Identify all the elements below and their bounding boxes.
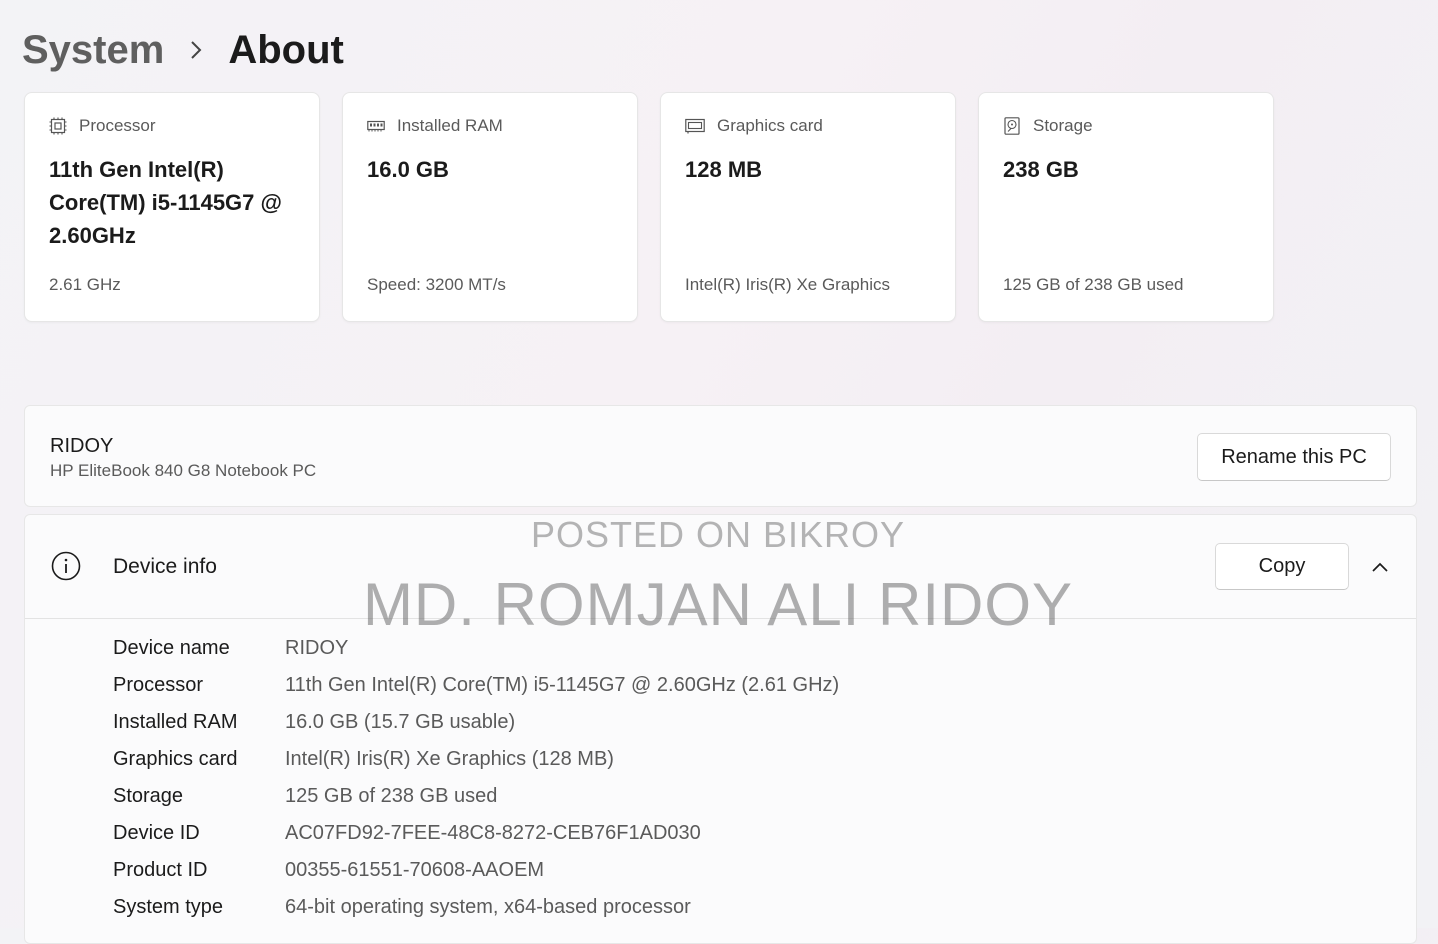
- spec-value: AC07FD92-7FEE-48C8-8272-CEB76F1AD030: [285, 822, 701, 844]
- ram-card: Installed RAM 16.0 GB Speed: 3200 MT/s: [342, 92, 638, 322]
- device-info-title: Device info: [113, 555, 217, 578]
- spec-value: 16.0 GB (15.7 GB usable): [285, 711, 516, 733]
- spec-value: 00355-61551-70608-AAOEM: [285, 859, 545, 881]
- card-subtext: Intel(R) Iris(R) Xe Graphics: [685, 275, 890, 294]
- processor-icon: [49, 117, 67, 135]
- page-title: About: [228, 27, 344, 72]
- spec-key: Product ID: [113, 859, 208, 881]
- spec-key: System type: [113, 896, 224, 918]
- pc-name: RIDOY: [50, 435, 114, 457]
- spec-key: Graphics card: [113, 748, 238, 770]
- spec-key: Installed RAM: [113, 711, 238, 733]
- card-value: 128 MB: [685, 157, 763, 182]
- spec-row-processor: Processor 11th Gen Intel(R) Core(TM) i5-…: [113, 667, 839, 704]
- spec-value: RIDOY: [285, 637, 349, 659]
- processor-card: Processor 11th Gen Intel(R) Core(TM) i5-…: [24, 92, 320, 322]
- device-spec-list: Device name RIDOY Processor 11th Gen Int…: [113, 630, 839, 926]
- breadcrumb-system[interactable]: System: [22, 28, 164, 73]
- spec-row-installed-ram: Installed RAM 16.0 GB (15.7 GB usable): [113, 704, 839, 741]
- spec-row-system-type: System type 64-bit operating system, x64…: [113, 889, 839, 926]
- spec-row-storage: Storage 125 GB of 238 GB used: [113, 778, 839, 815]
- spec-value: 125 GB of 238 GB used: [285, 785, 498, 807]
- spec-value: 11th Gen Intel(R) Core(TM) i5-1145G7 @ 2…: [285, 674, 840, 696]
- spec-value: 64-bit operating system, x64-based proce…: [285, 896, 691, 918]
- graphics-card-card: Graphics card 128 MB Intel(R) Iris(R) Xe…: [660, 92, 956, 322]
- rename-pc-button[interactable]: Rename this PC: [1197, 433, 1391, 481]
- chevron-up-icon[interactable]: [1368, 555, 1392, 579]
- card-label: Graphics card: [717, 116, 823, 135]
- pc-model: HP EliteBook 840 G8 Notebook PC: [50, 461, 317, 480]
- device-info-header[interactable]: Device info Copy: [25, 515, 1416, 619]
- card-subtext: 125 GB of 238 GB used: [1003, 275, 1184, 294]
- copy-button[interactable]: Copy: [1215, 543, 1349, 590]
- spec-key: Device ID: [113, 822, 200, 844]
- spec-key: Device name: [113, 637, 230, 659]
- chevron-right-icon: [172, 30, 220, 70]
- spec-row-device-id: Device ID AC07FD92-7FEE-48C8-8272-CEB76F…: [113, 815, 839, 852]
- ram-icon: [367, 120, 385, 132]
- info-icon: [51, 551, 81, 581]
- card-value: 11th Gen Intel(R) Core(TM) i5-1145G7 @ 2…: [49, 157, 282, 248]
- graphics-card-icon: [685, 118, 705, 134]
- spec-value: Intel(R) Iris(R) Xe Graphics (128 MB): [285, 748, 614, 770]
- spec-key: Processor: [113, 674, 204, 696]
- spec-key: Storage: [113, 785, 184, 807]
- spec-row-product-id: Product ID 00355-61551-70608-AAOEM: [113, 852, 839, 889]
- breadcrumb: System About: [22, 22, 344, 78]
- device-info-panel: Device info Copy Device name RIDOY Proce…: [24, 514, 1417, 944]
- card-subtext: 2.61 GHz: [49, 275, 121, 294]
- card-label: Storage: [1033, 116, 1093, 135]
- storage-card: Storage 238 GB 125 GB of 238 GB used: [978, 92, 1274, 322]
- card-value: 238 GB: [1003, 157, 1079, 182]
- card-label: Processor: [79, 116, 156, 135]
- spec-row-graphics-card: Graphics card Intel(R) Iris(R) Xe Graphi…: [113, 741, 839, 778]
- card-value: 16.0 GB: [367, 157, 449, 182]
- spec-row-device-name: Device name RIDOY: [113, 630, 839, 667]
- card-subtext: Speed: 3200 MT/s: [367, 275, 506, 294]
- pc-name-panel: RIDOY HP EliteBook 840 G8 Notebook PC Re…: [24, 405, 1417, 507]
- card-label: Installed RAM: [397, 116, 503, 135]
- storage-icon: [1004, 117, 1020, 135]
